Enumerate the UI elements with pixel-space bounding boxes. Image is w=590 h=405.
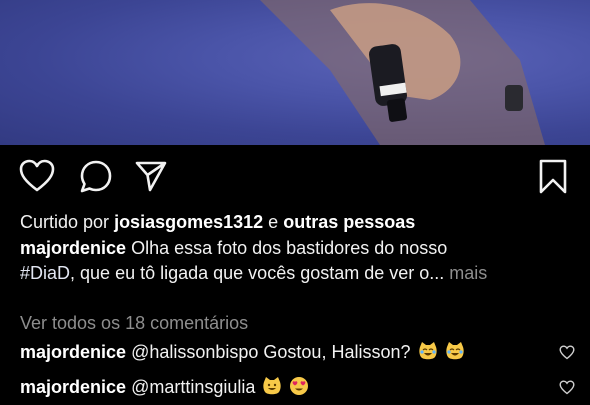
caption: majordenice Olha essa foto dos bastidore… [20, 236, 580, 286]
bookmark-icon[interactable] [537, 158, 569, 201]
heart-eyes-emoji [290, 377, 309, 395]
joy-cat-emoji [445, 342, 464, 360]
post-photo[interactable] [0, 0, 590, 145]
caption-more-link[interactable]: mais [449, 263, 487, 283]
action-bar [0, 158, 590, 198]
comment-like-icon[interactable] [559, 342, 575, 366]
heart-icon[interactable] [18, 158, 56, 199]
likes-prefix: Curtido por [20, 212, 110, 232]
comment-text: @marttinsgiulia [131, 377, 256, 397]
likes-others-link[interactable]: outras pessoas [283, 212, 415, 232]
joy-cat-emoji [418, 342, 437, 360]
comment-item: majordenice @marttinsgiulia [20, 375, 575, 399]
likes-line: Curtido por josiasgomes1312 e outras pes… [20, 210, 580, 235]
caption-text: Olha essa foto dos bastidores do nosso [131, 238, 448, 258]
caption-text-continued: , que eu tô ligada que vocês gostam de v… [70, 263, 445, 283]
liked-by-user-link[interactable]: josiasgomes1312 [114, 212, 263, 232]
comment-username-link[interactable]: majordenice [20, 377, 126, 397]
post-photo-art [260, 0, 545, 145]
comment-like-icon[interactable] [559, 377, 575, 401]
caption-username-link[interactable]: majordenice [20, 238, 126, 258]
comment-bubble-icon[interactable] [78, 158, 114, 199]
paper-plane-icon[interactable] [134, 158, 168, 199]
caption-hashtag-link[interactable]: #DiaD [20, 263, 70, 283]
comment-username-link[interactable]: majordenice [20, 342, 126, 362]
view-all-comments-link[interactable]: Ver todos os 18 comentários [20, 311, 580, 336]
smiley-cat-emoji [263, 377, 282, 395]
likes-connector: e [268, 212, 279, 232]
comment-text: @halissonbispo Gostou, Halisson? [131, 342, 411, 362]
comment-item: majordenice @halissonbispo Gostou, Halis… [20, 340, 575, 364]
